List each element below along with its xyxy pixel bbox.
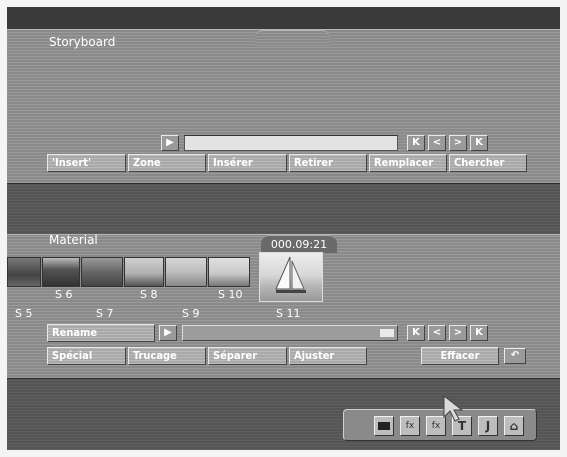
storyboard-tab[interactable] [255, 30, 330, 46]
timecode-display: 000.09:21 [261, 235, 337, 253]
material-first-button[interactable]: K [407, 325, 425, 341]
ajuster-button[interactable]: Ajuster [289, 347, 367, 365]
scene-label: S 8 [140, 288, 158, 301]
delete-button[interactable]: Effacer [421, 347, 499, 365]
clip-thumbnail[interactable] [124, 257, 164, 287]
clip-thumbnail[interactable] [42, 257, 80, 287]
zone-button[interactable]: Zone [128, 154, 206, 172]
camera-icon[interactable] [374, 416, 394, 436]
material-last-button[interactable]: K [470, 325, 488, 341]
inserer-button[interactable]: Insérer [208, 154, 287, 172]
separer-button[interactable]: Séparer [208, 347, 287, 365]
special-button[interactable]: Spécial [47, 347, 126, 365]
undo-icon: ↶ [510, 350, 520, 361]
storyboard-prev-button[interactable]: < [428, 135, 446, 151]
screen: Storyboard ▶ K < > K 'Insert' Zone Insér… [7, 7, 560, 450]
delete-label: Effacer [440, 349, 480, 362]
clip-thumbnail[interactable] [7, 257, 41, 287]
insert-mode-button[interactable]: 'Insert' [47, 154, 126, 172]
top-band [7, 7, 560, 29]
trucage-button[interactable]: Trucage [128, 347, 206, 365]
scene-label: S 9 [182, 307, 200, 320]
material-scrollbar[interactable] [182, 325, 398, 341]
remplacer-button[interactable]: Remplacer [369, 154, 447, 172]
retirer-button[interactable]: Retirer [289, 154, 367, 172]
material-title: Material [49, 233, 98, 247]
storyboard-play-button[interactable]: ▶ [161, 135, 179, 151]
clip-thumbnail[interactable] [208, 257, 250, 287]
scene-label: S 7 [96, 307, 114, 320]
material-play-button[interactable]: ▶ [159, 325, 177, 341]
selected-clip-thumbnail[interactable] [259, 252, 323, 302]
storyboard-first-button[interactable]: K [407, 135, 425, 151]
scene-label: S 10 [218, 288, 243, 301]
clip-thumbnail[interactable] [165, 257, 207, 287]
sailboat-icon [275, 256, 306, 293]
home-icon[interactable]: ⌂ [504, 416, 524, 436]
material-next-button[interactable]: > [449, 325, 467, 341]
rename-button[interactable]: Rename [47, 324, 155, 342]
tools-icon[interactable]: J [478, 416, 498, 436]
chercher-button[interactable]: Chercher [449, 154, 527, 172]
storyboard-last-button[interactable]: K [470, 135, 488, 151]
scene-label: S 6 [55, 288, 73, 301]
scrollbar-thumb[interactable] [380, 329, 394, 337]
tool-dock: fx fx T J ⌂ [343, 409, 537, 441]
scene-label: S 11 [276, 307, 301, 320]
fx-icon[interactable]: fx [400, 416, 420, 436]
scene-label: S 5 [15, 307, 33, 320]
storyboard-scrollbar[interactable] [184, 135, 398, 151]
mouse-pointer-icon [443, 394, 464, 422]
storyboard-title: Storyboard [49, 35, 116, 49]
material-prev-button[interactable]: < [428, 325, 446, 341]
clip-thumbnail[interactable] [81, 257, 123, 287]
storyboard-next-button[interactable]: > [449, 135, 467, 151]
undo-button[interactable]: ↶ [504, 348, 526, 364]
